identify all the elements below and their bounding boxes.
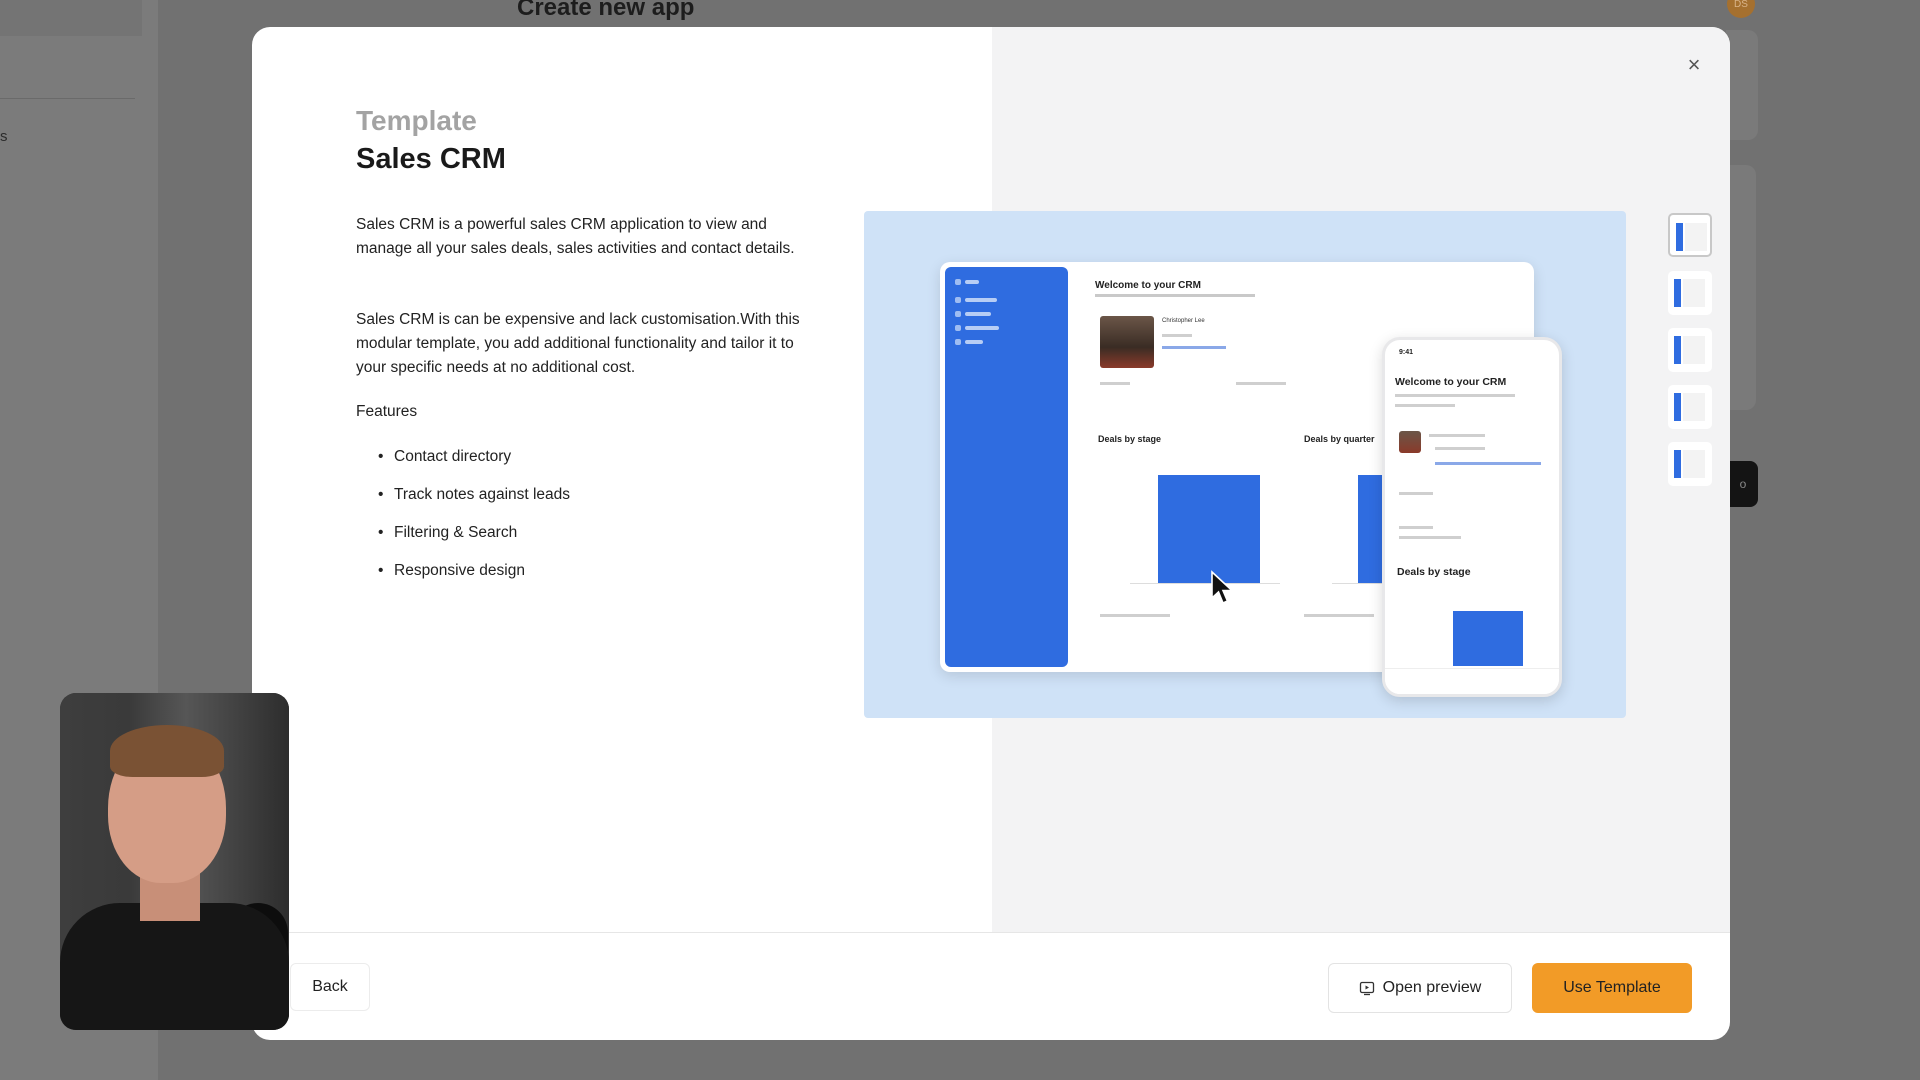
preview-phone-time: 9:41 (1399, 349, 1414, 356)
preview-nav-bar (965, 326, 999, 330)
preview-thumbnail[interactable] (1668, 385, 1712, 429)
feature-item: Responsive design (378, 559, 570, 597)
preview-text-line (1100, 614, 1170, 617)
thumbnail-sidebar (1674, 279, 1681, 307)
template-description-1: Sales CRM is a powerful sales CRM applic… (356, 216, 795, 257)
preview-thumbnail[interactable] (1668, 213, 1712, 257)
preview-nav-dot (955, 339, 961, 345)
background-sidebar-text: s (0, 128, 8, 145)
preview-desktop-welcome: Welcome to your CRM (1095, 280, 1201, 291)
background-dark-button: o (1728, 461, 1758, 507)
preview-phone-nav (1385, 668, 1559, 694)
preview-nav-dot (955, 279, 961, 285)
preview-phone-mockup: 9:41 Welcome to your CRM Deals by stage (1382, 337, 1562, 697)
template-preview-image: Welcome to your CRM Christopher Lee Deal… (864, 211, 1626, 718)
preview-contact-photo (1100, 316, 1154, 368)
template-title: Sales CRM (356, 143, 506, 175)
background-sidebar-divider (0, 98, 135, 99)
preview-nav-bar (965, 298, 997, 302)
preview-nav-dot (955, 325, 961, 331)
preview-text-line (1236, 382, 1286, 385)
thumbnail-body (1683, 450, 1705, 478)
preview-phone-line (1399, 492, 1433, 495)
preview-text-line (1304, 614, 1374, 617)
template-eyebrow: Template (356, 105, 477, 136)
preview-desktop-deals-by-stage: Deals by stage (1098, 434, 1162, 444)
preview-nav-bar (965, 280, 979, 284)
preview-text-line (1162, 334, 1192, 337)
preview-phone-chart-bar (1453, 611, 1523, 666)
preview-thumbnail[interactable] (1668, 328, 1712, 372)
preview-icon (1359, 981, 1374, 996)
preview-desktop-deals-by-quarter: Deals by quarter (1304, 434, 1375, 444)
preview-phone-line (1399, 526, 1433, 529)
preview-desktop-sidebar (945, 267, 1068, 667)
preview-thumbnail[interactable] (1668, 271, 1712, 315)
preview-phone-deals-by-stage: Deals by stage (1397, 566, 1471, 578)
preview-phone-photo (1399, 431, 1421, 453)
preview-phone-line (1435, 462, 1541, 465)
preview-phone-line (1399, 536, 1461, 539)
thumbnail-sidebar (1674, 393, 1681, 421)
preview-phone-line (1429, 434, 1485, 437)
modal-footer-divider (252, 932, 1730, 933)
feature-item: Track notes against leads (378, 483, 570, 521)
features-label: Features (356, 403, 418, 420)
feature-item: Contact directory (378, 445, 570, 483)
background-right-panel-lower (1726, 165, 1756, 410)
preview-desktop-subtitle (1095, 294, 1255, 297)
thumbnail-sidebar (1674, 450, 1681, 478)
background-avatar: DS (1727, 0, 1755, 18)
close-icon: × (1687, 52, 1701, 77)
preview-text-line (1100, 382, 1130, 385)
thumbnail-sidebar (1674, 336, 1681, 364)
preview-chart-bar (1158, 475, 1260, 583)
thumbnail-body (1683, 393, 1705, 421)
preview-nav-dot (955, 311, 961, 317)
mouse-cursor-icon (1211, 570, 1235, 605)
webcam-person-hair (110, 725, 224, 777)
open-preview-button[interactable]: Open preview (1328, 963, 1512, 1013)
preview-phone-line (1395, 394, 1515, 397)
thumbnail-body (1685, 223, 1707, 251)
back-button[interactable]: Back (290, 963, 370, 1011)
preview-phone-welcome: Welcome to your CRM (1395, 376, 1507, 388)
close-button[interactable]: × (1680, 51, 1708, 79)
thumbnail-sidebar (1676, 223, 1683, 251)
features-list: Contact directory Track notes against le… (378, 445, 570, 597)
preview-text-line (1162, 346, 1226, 349)
template-description-2: Sales CRM is can be expensive and lack c… (356, 311, 800, 376)
thumbnail-body (1683, 336, 1705, 364)
template-modal: × Template Sales CRM Sales CRM is a powe… (252, 27, 1730, 1040)
webcam-overlay (60, 693, 289, 1030)
preview-nav-bar (965, 312, 991, 316)
open-preview-label: Open preview (1382, 979, 1482, 996)
preview-nav-dot (955, 297, 961, 303)
webcam-person-body (60, 903, 289, 1030)
background-sidebar-header (0, 0, 142, 36)
preview-thumbnail[interactable] (1668, 442, 1712, 486)
preview-contact-name: Christopher Lee (1162, 318, 1205, 324)
preview-chart-axis (1130, 583, 1280, 584)
background-right-panel (1726, 30, 1758, 140)
preview-phone-line (1395, 404, 1455, 407)
feature-item: Filtering & Search (378, 521, 570, 559)
background-page-title: Create new app (517, 0, 695, 21)
use-template-button[interactable]: Use Template (1532, 963, 1692, 1013)
thumbnail-body (1683, 279, 1705, 307)
preview-nav-bar (965, 340, 983, 344)
preview-phone-line (1435, 447, 1485, 450)
